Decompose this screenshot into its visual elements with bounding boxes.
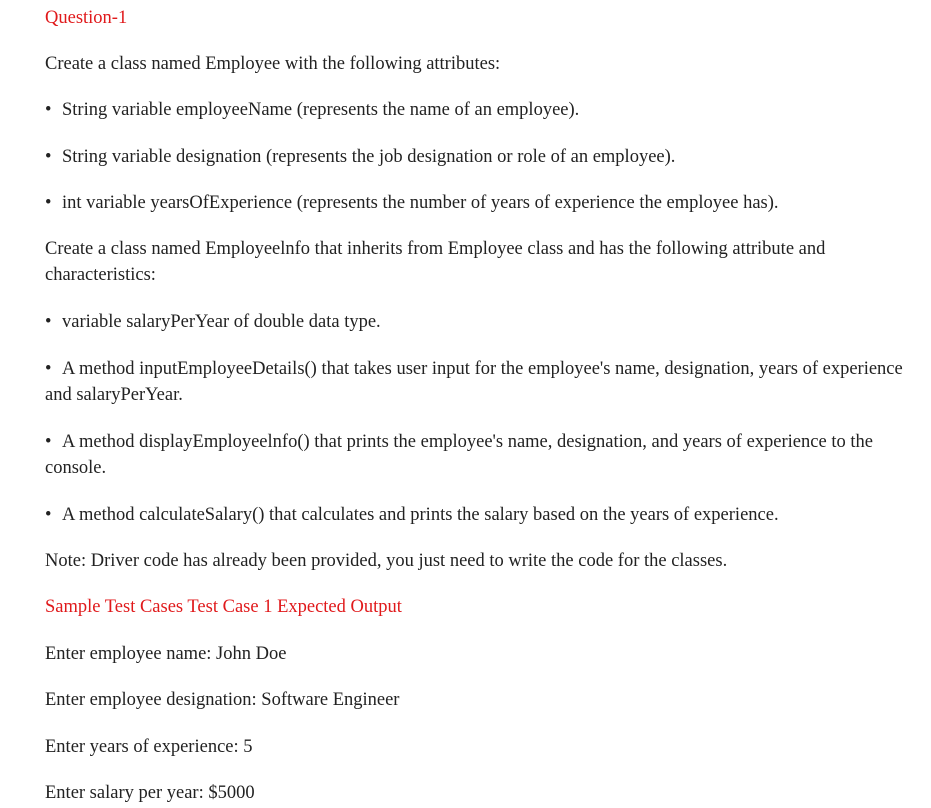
sample-output-line: Enter salary per year: $5000 [45,783,255,803]
bullet-icon: • [45,193,52,213]
bullet-icon: • [45,432,52,452]
employee-attribute-text: String variable designation (represents … [62,147,676,167]
bullet-icon: • [45,312,52,332]
employeeinfo-item-text: A method inputEmployeeDetails() that tak… [45,359,903,405]
employee-attribute-item: • String variable employeeName (represent… [45,97,579,123]
sample-output-line: Enter years of experience: 5 [45,737,253,757]
bullet-icon: • [45,147,52,167]
employeeinfo-class-intro: Create a class named Employeelnfo that i… [45,239,826,285]
employee-attribute-item: • int variable yearsOfExperience (represe… [45,190,779,216]
bullet-icon: • [45,359,52,379]
employeeinfo-item: • A method displayEmployeelnfo() that pri… [45,429,905,481]
employeeinfo-item: • variable salaryPerYear of double data t… [45,309,381,335]
employeeinfo-item-text: variable salaryPerYear of double data ty… [62,312,381,332]
employeeinfo-item-text: A method displayEmployeelnfo() that prin… [45,432,873,478]
employee-attribute-item: • String variable designation (represents… [45,144,675,170]
employeeinfo-item: • A method calculateSalary() that calcula… [45,502,779,528]
employee-attribute-text: int variable yearsOfExperience (represen… [62,193,779,213]
employee-class-intro: Create a class named Employee with the f… [45,54,501,74]
sample-output-line: Enter employee name: John Doe [45,644,287,664]
employeeinfo-item: • A method inputEmployeeDetails() that ta… [45,356,905,408]
employeeinfo-item-text: A method calculateSalary() that calculat… [62,505,779,525]
bullet-icon: • [45,505,52,525]
bullet-icon: • [45,100,52,120]
driver-code-note: Note: Driver code has already been provi… [45,551,728,571]
employee-attribute-text: String variable employeeName (represents… [62,100,580,120]
question-title: Question-1 [45,8,128,28]
sample-output-line: Enter employee designation: Software Eng… [45,690,400,710]
sample-test-heading: Sample Test Cases Test Case 1 Expected O… [45,597,402,617]
